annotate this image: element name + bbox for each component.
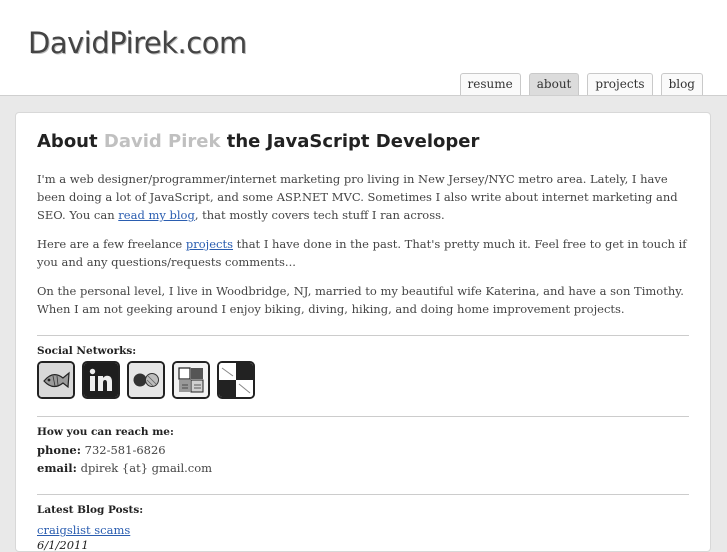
site-logo[interactable]: DavidPirek.com — [28, 26, 247, 60]
blog-title: Latest Blog Posts: — [37, 504, 144, 516]
blog-post-link[interactable]: craigslist scams — [37, 523, 130, 537]
title-name: David Pirek — [103, 131, 221, 152]
blog-post-date: 6/1/2011 — [37, 538, 89, 552]
page-title: About David Pirek the JavaScript Develop… — [37, 131, 689, 152]
title-suffix: the JavaScript Developer — [226, 131, 480, 152]
social-icons — [37, 361, 689, 399]
divider — [37, 416, 689, 417]
intro-p2-text: Here are a few freelance — [37, 237, 186, 251]
projects-link[interactable]: projects — [186, 237, 233, 251]
read-blog-link[interactable]: read my blog — [118, 208, 195, 222]
email-label: email: — [37, 461, 77, 475]
contact-title: How you can reach me: — [37, 426, 174, 438]
blog-post-list: craigslist scams 6/1/2011 — [37, 519, 689, 552]
contact-phone: phone: 732-581-6826 — [37, 441, 689, 459]
nav-tab-about[interactable]: about — [528, 73, 580, 95]
contact-email: email: dpirek {at} gmail.com — [37, 459, 689, 477]
intro-p1-end: , that mostly covers tech stuff I ran ac… — [194, 208, 445, 222]
nav-tab-blog[interactable]: blog — [660, 73, 703, 95]
nav-tab-projects[interactable]: projects — [587, 73, 653, 95]
site-header: DavidPirek.com resume about projects blo… — [0, 0, 727, 96]
social-title: Social Networks: — [37, 345, 137, 357]
divider — [37, 335, 689, 336]
blocks-icon[interactable] — [217, 361, 255, 399]
phone-value: 732-581-6826 — [84, 443, 166, 457]
list-item: craigslist scams 6/1/2011 — [37, 519, 689, 552]
divider — [37, 494, 689, 495]
title-prefix: About — [37, 131, 98, 152]
main-nav: resume about projects blog — [459, 73, 703, 95]
flickr-icon[interactable] — [127, 361, 165, 399]
intro-paragraph-2: Here are a few freelance projects that I… — [37, 235, 689, 271]
main-content: About David Pirek the JavaScript Develop… — [15, 112, 711, 552]
linkedin-icon[interactable] — [82, 361, 120, 399]
nav-tab-resume[interactable]: resume — [459, 73, 521, 95]
intro-paragraph-1: I'm a web designer/programmer/internet m… — [37, 170, 689, 224]
email-value: dpirek {at} gmail.com — [80, 461, 213, 475]
delicious-icon[interactable] — [172, 361, 210, 399]
phone-label: phone: — [37, 443, 81, 457]
fish-icon[interactable] — [37, 361, 75, 399]
intro-paragraph-3: On the personal level, I live in Woodbri… — [37, 284, 684, 316]
